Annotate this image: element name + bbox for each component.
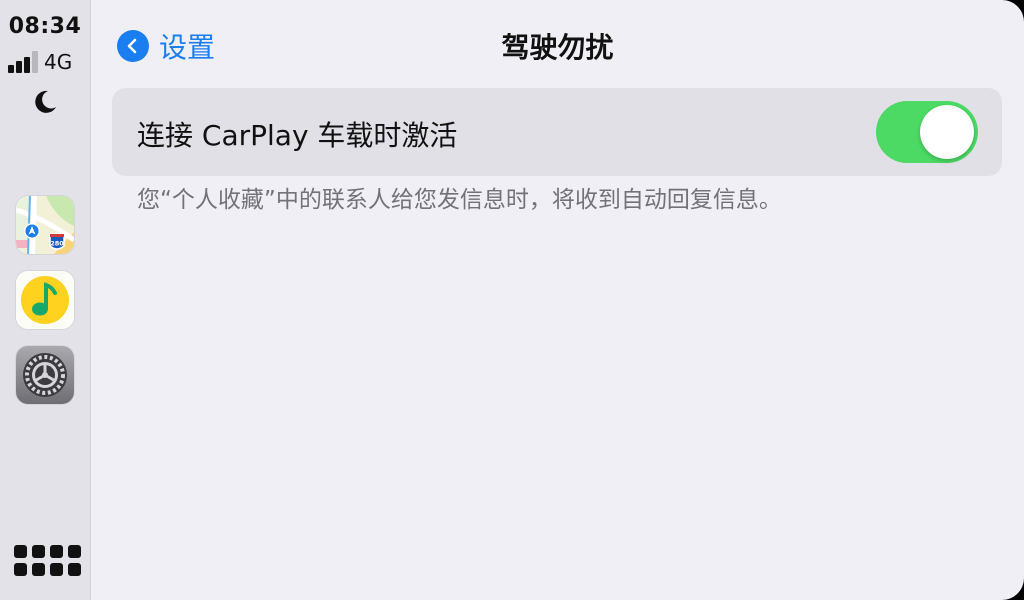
status-time: 08:34: [8, 14, 82, 39]
main-content: 驾驶勿扰 设置 连接 CarPlay 车载时激活 您“个人收藏”中的联系人给您发…: [91, 0, 1024, 600]
moon-icon: [35, 90, 56, 113]
signal-bars-icon: [8, 51, 38, 73]
cell-signal: 4G: [8, 50, 72, 74]
sidebar: 08:34 4G 280: [0, 0, 91, 600]
setting-label: 连接 CarPlay 车载时激活: [137, 119, 458, 152]
setting-row-carplay[interactable]: 连接 CarPlay 车载时激活: [112, 88, 1002, 176]
back-label: 设置: [159, 31, 216, 64]
app-grid-icon[interactable]: [14, 545, 81, 576]
network-type: 4G: [44, 50, 73, 74]
back-button[interactable]: 设置: [117, 26, 215, 66]
activate-toggle[interactable]: [876, 101, 978, 163]
chevron-left-icon: [117, 30, 149, 62]
setting-description: 您“个人收藏”中的联系人给您发信息时，将收到自动回复信息。: [137, 187, 782, 213]
toggle-knob: [920, 105, 974, 159]
route-shield-label: 280: [50, 240, 64, 248]
page-title: 驾驶勿扰: [501, 31, 614, 64]
maps-app-icon[interactable]: 280: [16, 196, 74, 254]
settings-app-icon[interactable]: [16, 346, 74, 404]
music-app-icon[interactable]: [16, 271, 74, 329]
carplay-screen: 08:34 4G 280 驾驶勿扰 设置 连接 CarPlay 车载时激活 您“…: [0, 0, 1024, 600]
